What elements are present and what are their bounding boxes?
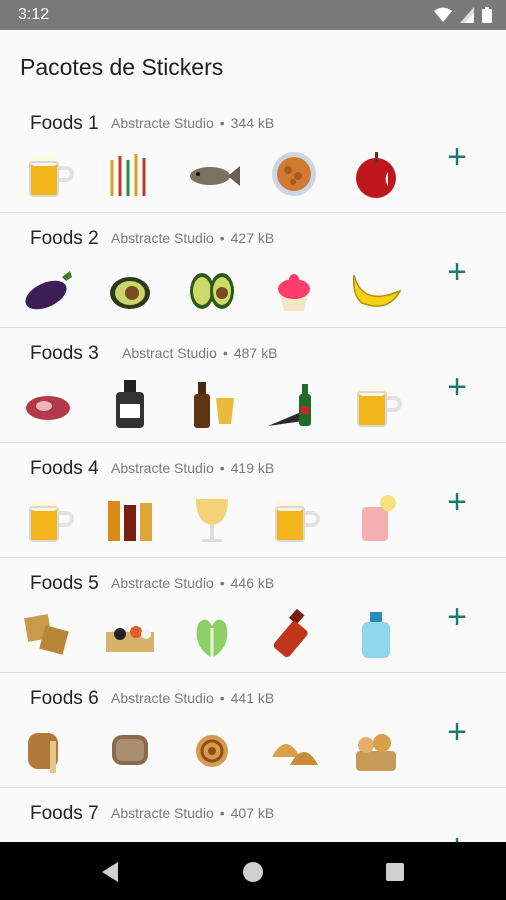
fish-icon	[184, 146, 240, 202]
crackers-icon	[20, 606, 76, 662]
sticker-preview-strip	[20, 606, 430, 662]
battery-icon	[482, 7, 492, 28]
beer-bottle-glass-icon	[184, 376, 240, 432]
pack-author: Abstracte Studio	[111, 805, 214, 821]
beer-glasses-icon	[102, 491, 158, 547]
peanuts-bowl-icon	[266, 146, 322, 202]
pack-meta: Abstracte Studio • 419 kB	[111, 460, 274, 476]
separator-dot: •	[219, 230, 225, 246]
avocado-pair-icon	[184, 261, 240, 317]
sticker-pack-row[interactable]: Foods 1 Abstracte Studio • 344 kB +	[0, 98, 506, 213]
sticker-pack-row[interactable]: Foods 7 Abstracte Studio • 407 kB +	[0, 788, 506, 842]
sticker-preview-strip	[20, 261, 430, 317]
sticker-preview-strip	[20, 146, 430, 202]
pack-size: 344 kB	[230, 115, 275, 131]
avocado-half-icon	[102, 261, 158, 317]
pack-name: Foods 3	[30, 343, 99, 364]
separator-dot: •	[219, 575, 225, 591]
water-jug-icon	[348, 606, 404, 662]
add-pack-button[interactable]: +	[440, 830, 474, 842]
eggplant-icon	[20, 261, 76, 317]
pack-meta: Abstracte Studio • 446 kB	[111, 575, 274, 591]
app-bar: Pacotes de Stickers	[0, 30, 506, 98]
pack-author: Abstracte Studio	[111, 575, 214, 591]
pack-meta: Abstracte Studio • 407 kB	[111, 805, 274, 821]
add-pack-button[interactable]: +	[440, 255, 474, 291]
navigation-bar	[0, 842, 506, 900]
pack-name: Foods 5	[30, 573, 99, 594]
add-pack-button[interactable]: +	[440, 140, 474, 176]
sticker-preview-strip	[20, 376, 430, 432]
add-pack-button[interactable]: +	[440, 600, 474, 636]
apple-icon	[348, 146, 404, 202]
beer-mug-icon	[20, 491, 76, 547]
signal-icon	[460, 7, 474, 28]
pack-author: Abstracte Studio	[111, 460, 214, 476]
pack-author: Abstracte Studio	[111, 115, 214, 131]
pack-meta: Abstracte Studio • 441 kB	[111, 690, 274, 706]
beer-mug-icon	[20, 146, 76, 202]
raw-meat-icon	[20, 376, 76, 432]
pack-size: 446 kB	[230, 575, 275, 591]
page-title: Pacotes de Stickers	[20, 54, 224, 80]
separator-dot: •	[219, 805, 225, 821]
sticker-preview-strip	[20, 721, 430, 777]
cocktail-icon	[348, 491, 404, 547]
sticker-preview-strip	[20, 491, 430, 547]
lettuce-icon	[184, 606, 240, 662]
back-icon[interactable]	[98, 859, 124, 885]
cinnamon-roll-icon	[184, 721, 240, 777]
pack-name: Foods 6	[30, 688, 99, 709]
pack-size: 427 kB	[230, 230, 275, 246]
add-pack-button[interactable]: +	[440, 370, 474, 406]
green-bottle-icon	[266, 376, 322, 432]
separator-dot: •	[222, 345, 228, 361]
hot-sauce-icon	[266, 606, 322, 662]
pack-name: Foods 1	[30, 113, 99, 134]
separator-dot: •	[219, 690, 225, 706]
cupcake-icon	[266, 261, 322, 317]
pack-meta: Abstracte Studio • 344 kB	[111, 115, 274, 131]
recents-icon[interactable]	[382, 859, 408, 885]
pack-size: 407 kB	[230, 805, 275, 821]
pack-meta: Abstracte Studio • 427 kB	[111, 230, 274, 246]
pack-author: Abstracte Studio	[111, 690, 214, 706]
bread-loaf-icon	[20, 721, 76, 777]
sticker-pack-row[interactable]: Foods 4 Abstracte Studio • 419 kB +	[0, 443, 506, 558]
sticker-pack-row[interactable]: Foods 2 Abstracte Studio • 427 kB +	[0, 213, 506, 328]
sticker-pack-list[interactable]: Foods 1 Abstracte Studio • 344 kB + Foods 2 Ab…	[0, 98, 506, 842]
pack-name: Foods 7	[30, 803, 99, 824]
sticker-pack-row[interactable]: Foods 6 Abstracte Studio • 441 kB +	[0, 673, 506, 788]
candles-icon	[102, 146, 158, 202]
pack-author: Abstracte Studio	[111, 230, 214, 246]
whisky-bottle-icon	[102, 376, 158, 432]
bread-slice-icon	[102, 721, 158, 777]
pack-author: Abstract Studio	[122, 345, 217, 361]
pack-name: Foods 4	[30, 458, 99, 479]
pack-size: 441 kB	[230, 690, 275, 706]
status-time: 3:12	[18, 6, 50, 23]
pack-size: 487 kB	[233, 345, 278, 361]
wine-glass-icon	[184, 491, 240, 547]
pack-meta: Abstract Studio • 487 kB	[122, 345, 277, 361]
banana-icon	[348, 261, 404, 317]
beer-mug-icon	[266, 491, 322, 547]
croissants-icon	[266, 721, 322, 777]
pack-size: 419 kB	[230, 460, 275, 476]
status-bar: 3:12	[0, 0, 506, 30]
add-pack-button[interactable]: +	[440, 485, 474, 521]
sticker-pack-row[interactable]: Foods 3 Abstract Studio • 487 kB +	[0, 328, 506, 443]
add-pack-button[interactable]: +	[440, 715, 474, 751]
beer-mug-icon	[348, 376, 404, 432]
sushi-board-icon	[102, 606, 158, 662]
pastry-basket-icon	[348, 721, 404, 777]
sticker-pack-row[interactable]: Foods 5 Abstracte Studio • 446 kB +	[0, 558, 506, 673]
pack-name: Foods 2	[30, 228, 99, 249]
home-icon[interactable]	[240, 859, 266, 885]
separator-dot: •	[219, 115, 225, 131]
separator-dot: •	[219, 460, 225, 476]
wifi-icon	[434, 7, 452, 28]
